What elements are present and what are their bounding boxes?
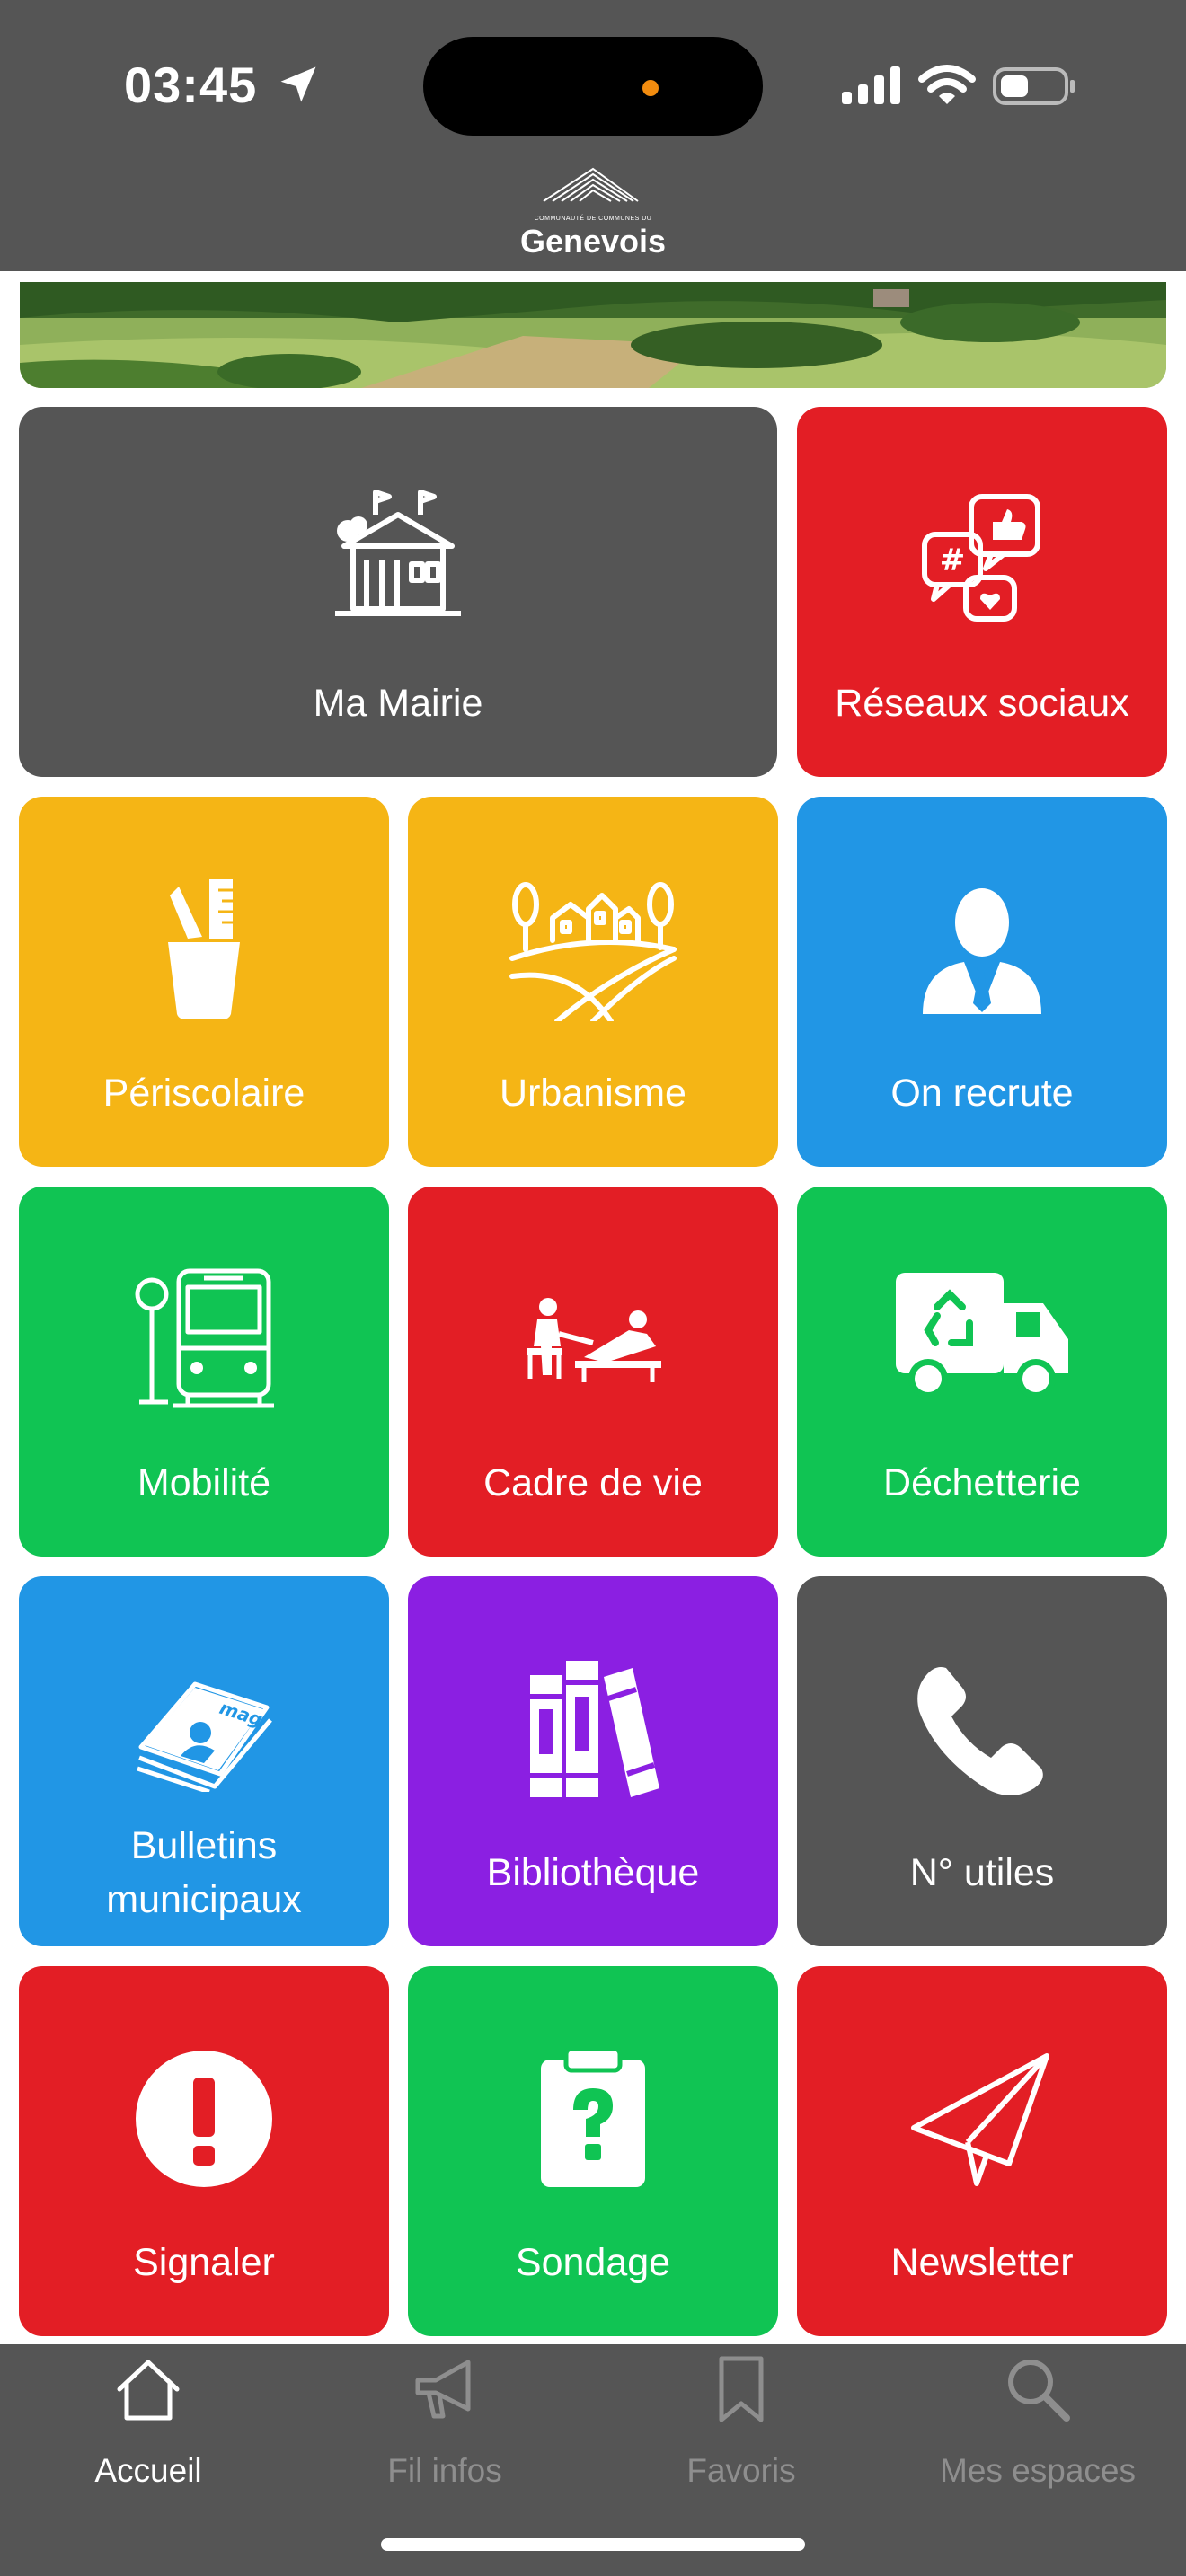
bus-stop-icon [135,1268,274,1408]
tab-favoris[interactable]: Favoris [593,2344,890,2506]
tile-ma-mairie[interactable]: Ma Mairie [19,407,777,777]
pencil-cup-icon [168,879,240,1019]
tile-dechetterie[interactable]: Déchetterie [797,1187,1167,1557]
home-icon [117,2360,180,2421]
cellular-signal-icon [842,66,900,104]
tile-label: Bibliothèque [486,1851,700,1894]
location-arrow-icon [280,66,316,102]
tile-signaler[interactable]: Signaler [19,1966,389,2336]
tab-label: Mes espaces [940,2452,1136,2489]
magazine-icon: mag [137,1681,272,1792]
question-clipboard-icon [541,2047,645,2187]
megaphone-icon [415,2360,471,2419]
tile-label: Urbanisme [500,1072,686,1115]
tile-mobilite[interactable]: Mobilité [19,1187,389,1557]
privacy-indicator-icon [642,80,659,96]
tile-label-line1: Bulletins [130,1824,278,1867]
tab-mes-espaces[interactable]: Mes espaces [890,2344,1186,2506]
tile-label-line2: municipaux [106,1878,302,1921]
tile-label: Signaler [133,2241,275,2284]
tile-bulletins-municipaux[interactable]: mag Bulletins municipaux [19,1576,389,1946]
tab-fil-infos[interactable]: Fil infos [296,2344,593,2506]
tile-sondage[interactable]: Sondage [408,1966,778,2336]
bookmark-icon [719,2356,764,2422]
tile-urbanisme[interactable]: Urbanisme [408,797,778,1167]
tab-label: Fil infos [387,2452,502,2489]
social-bubbles-icon: # [922,494,1040,622]
care-massage-icon [527,1298,661,1382]
village-landscape-icon [509,882,677,1021]
tile-label: Cadre de vie [483,1461,703,1504]
status-time: 03:45 [124,57,258,113]
app-header: 03:45 COMMUNAUTÉ DE COMMUNES DU Genevois [0,0,1186,271]
tile-label: Réseaux sociaux [835,682,1129,725]
battery-icon [993,67,1075,105]
home-indicator[interactable] [381,2538,805,2551]
tab-label: Accueil [94,2452,202,2489]
books-icon [530,1661,659,1797]
town-hall-icon [335,490,461,616]
phone-icon [917,1667,1043,1795]
tab-label: Favoris [686,2452,796,2489]
tile-numeros-utiles[interactable]: N° utiles [797,1576,1167,1946]
tile-cadre-de-vie[interactable]: Cadre de vie [408,1187,778,1557]
tile-label: Mobilité [137,1461,271,1504]
tile-label: Périscolaire [102,1072,305,1115]
tile-label: Ma Mairie [313,682,483,725]
tile-newsletter[interactable]: Newsletter [797,1966,1167,2336]
tile-label: Déchetterie [883,1461,1081,1504]
tile-reseaux-sociaux[interactable]: # Réseaux sociaux [797,407,1167,777]
exclamation-icon [136,2051,272,2187]
search-icon [1008,2360,1070,2422]
tile-on-recrute[interactable]: On recrute [797,797,1167,1167]
tab-accueil[interactable]: Accueil [0,2344,296,2506]
tile-label: Newsletter [890,2241,1074,2284]
tile-periscolaire[interactable]: Périscolaire [19,797,389,1167]
tile-label: On recrute [890,1072,1074,1115]
tile-label: Sondage [515,2241,671,2284]
paper-plane-icon [911,2053,1049,2186]
logo-name: Genevois [519,223,667,260]
tile-bibliotheque[interactable]: Bibliothèque [408,1576,778,1946]
businessman-icon [923,888,1041,1014]
svg-text:#: # [940,543,966,578]
landscape-banner [20,282,1166,388]
recycling-truck-icon [896,1273,1068,1398]
wifi-icon [918,65,976,104]
logo-subtitle: COMMUNAUTÉ DE COMMUNES DU [534,216,652,222]
dynamic-island [423,37,763,136]
tile-label: N° utiles [909,1851,1055,1894]
